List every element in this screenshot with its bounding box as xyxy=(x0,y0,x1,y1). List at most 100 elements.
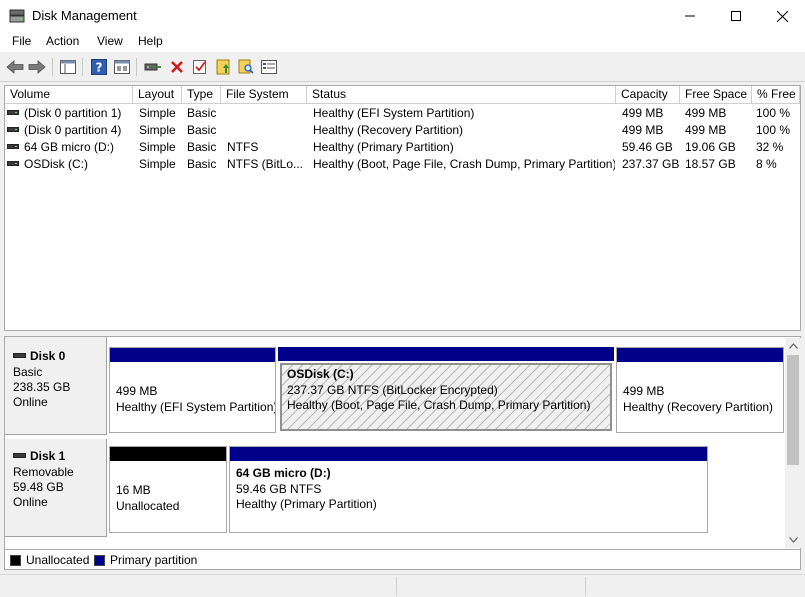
volume-cell-free-space: 499 MB xyxy=(685,123,727,137)
volume-name: (Disk 0 partition 1) xyxy=(24,106,122,120)
volume-cell-type: Basic xyxy=(187,106,217,120)
check-button[interactable] xyxy=(190,57,210,77)
forward-arrow-icon xyxy=(28,60,46,74)
volume-cell-capacity: 499 MB xyxy=(622,123,664,137)
partition-disk1-unallocated[interactable]: 16 MB Unallocated xyxy=(109,446,227,533)
partition-title: OSDisk (C:) xyxy=(287,367,354,381)
partition-status: Healthy (EFI System Partition) xyxy=(116,399,276,414)
volume-cell-capacity: 237.37 GB xyxy=(622,157,680,171)
column-header-capacity[interactable]: Capacity xyxy=(616,86,680,104)
disk-map-scrollbar[interactable] xyxy=(785,338,801,548)
properties-icon xyxy=(114,60,130,74)
partition-disk1-micro[interactable]: 64 GB micro (D:) 59.46 GB NTFS Healthy (… xyxy=(229,446,708,533)
volume-cell-name: OSDisk (C:) xyxy=(7,156,131,173)
column-header-file-system[interactable]: File System xyxy=(221,86,307,104)
volume-cell-percent-free: 32 % xyxy=(756,140,784,154)
delete-button[interactable] xyxy=(167,57,187,77)
connect-virtual-disk-button[interactable] xyxy=(143,57,163,77)
title-bar[interactable]: Disk Management xyxy=(0,0,805,32)
column-header-percent-free[interactable]: % Free xyxy=(752,86,800,104)
disk-icon xyxy=(13,453,26,459)
column-header-type[interactable]: Type xyxy=(182,86,221,104)
partition-bar xyxy=(278,347,614,361)
partition-body: 499 MB Healthy (Recovery Partition) xyxy=(617,362,783,432)
partition-bar xyxy=(110,447,226,461)
volume-cell-status: Healthy (Primary Partition) xyxy=(313,140,454,154)
volume-name: 64 GB micro (D:) xyxy=(24,140,115,154)
properties-button[interactable] xyxy=(112,57,132,77)
toolbar-separator xyxy=(136,58,137,76)
disk-1-name: Disk 1 xyxy=(30,449,66,463)
volume-cell-layout: Simple xyxy=(139,123,176,137)
partition-disk0-efi[interactable]: 499 MB Healthy (EFI System Partition) xyxy=(109,347,276,433)
status-divider xyxy=(585,577,586,596)
volume-cell-file-system: NTFS xyxy=(227,140,259,154)
list-view-button[interactable] xyxy=(259,57,279,77)
scroll-thumb[interactable] xyxy=(787,355,799,465)
drive-icon xyxy=(7,110,19,116)
connect-disk-icon xyxy=(144,63,161,71)
column-header-volume[interactable]: Volume xyxy=(5,86,133,104)
delete-icon xyxy=(171,61,183,73)
svg-text:?: ? xyxy=(96,61,103,75)
menu-view[interactable]: View xyxy=(97,34,123,48)
partition-status: Healthy (Recovery Partition) xyxy=(623,399,774,414)
help-icon: ? xyxy=(91,59,107,75)
minimize-icon xyxy=(685,15,695,17)
disk-1-type: Removable xyxy=(13,465,74,479)
find-button[interactable] xyxy=(236,57,256,77)
volume-cell-name: (Disk 0 partition 4) xyxy=(7,122,131,139)
volume-cell-capacity: 499 MB xyxy=(622,106,664,120)
disk-0-state: Online xyxy=(13,395,48,409)
disk-0-label[interactable]: Disk 0 Basic 238.35 GB Online xyxy=(5,337,107,435)
partition-body: 16 MB Unallocated xyxy=(110,461,226,532)
scroll-down-button[interactable] xyxy=(785,532,801,548)
legend-swatch-unallocated xyxy=(10,555,21,566)
console-tree-icon xyxy=(60,60,76,74)
volume-cell-type: Basic xyxy=(187,123,217,137)
partition-disk0-osdisk[interactable]: OSDisk (C:) 237.37 GB NTFS (BitLocker En… xyxy=(278,347,614,433)
show-hide-console-tree-button[interactable] xyxy=(58,57,78,77)
column-header-status[interactable]: Status xyxy=(307,86,616,104)
partition-body: 64 GB micro (D:) 59.46 GB NTFS Healthy (… xyxy=(230,461,707,532)
forward-button[interactable] xyxy=(27,57,47,77)
back-button[interactable] xyxy=(5,57,25,77)
minimize-button[interactable] xyxy=(667,0,713,32)
partition-size: 59.46 GB NTFS xyxy=(236,481,322,496)
scroll-up-button[interactable] xyxy=(785,338,801,354)
volume-cell-percent-free: 100 % xyxy=(756,123,791,137)
toolbar-separator xyxy=(82,58,83,76)
close-button[interactable] xyxy=(759,0,805,32)
volume-cell-free-space: 18.57 GB xyxy=(685,157,736,171)
disk-1-title: Disk 1 xyxy=(13,449,65,464)
list-view-icon xyxy=(261,60,277,74)
partition-disk0-recovery[interactable]: 499 MB Healthy (Recovery Partition) xyxy=(616,347,784,433)
menu-help[interactable]: Help xyxy=(138,34,163,48)
menu-action[interactable]: Action xyxy=(46,34,79,48)
import-button[interactable] xyxy=(214,57,234,77)
legend: Unallocated Primary partition xyxy=(4,550,801,570)
column-header-layout[interactable]: Layout xyxy=(133,86,182,104)
column-header-free-space[interactable]: Free Space xyxy=(680,86,752,104)
volume-cell-name: 64 GB micro (D:) xyxy=(7,139,131,156)
volume-row[interactable]: 64 GB micro (D:) Simple Basic NTFS Healt… xyxy=(5,139,800,156)
maximize-button[interactable] xyxy=(713,0,759,32)
volume-row[interactable]: (Disk 0 partition 4) Simple Basic Health… xyxy=(5,122,800,139)
volume-name: OSDisk (C:) xyxy=(24,157,88,171)
volume-cell-capacity: 59.46 GB xyxy=(622,140,673,154)
disk-1-label[interactable]: Disk 1 Removable 59.48 GB Online xyxy=(5,439,107,537)
volume-row[interactable]: OSDisk (C:) Simple Basic NTFS (BitLo... … xyxy=(5,156,800,173)
disk-map[interactable]: Disk 0 Basic 238.35 GB Online 499 MB Hea… xyxy=(4,336,801,550)
help-button[interactable]: ? xyxy=(89,57,109,77)
partition-status: Healthy (Boot, Page File, Crash Dump, Pr… xyxy=(287,398,591,412)
disk-management-icon xyxy=(9,9,25,23)
status-bar xyxy=(0,574,805,597)
volume-cell-layout: Simple xyxy=(139,106,176,120)
toolbar-separator xyxy=(52,58,53,76)
disk-icon xyxy=(13,353,26,359)
volume-row[interactable]: (Disk 0 partition 1) Simple Basic Health… xyxy=(5,105,800,122)
volume-cell-file-system: NTFS (BitLo... xyxy=(227,157,304,171)
menu-file[interactable]: File xyxy=(12,34,31,48)
volume-list[interactable]: Volume Layout Type File System Status Ca… xyxy=(4,85,801,331)
partition-body: 499 MB Healthy (EFI System Partition) xyxy=(110,362,275,432)
